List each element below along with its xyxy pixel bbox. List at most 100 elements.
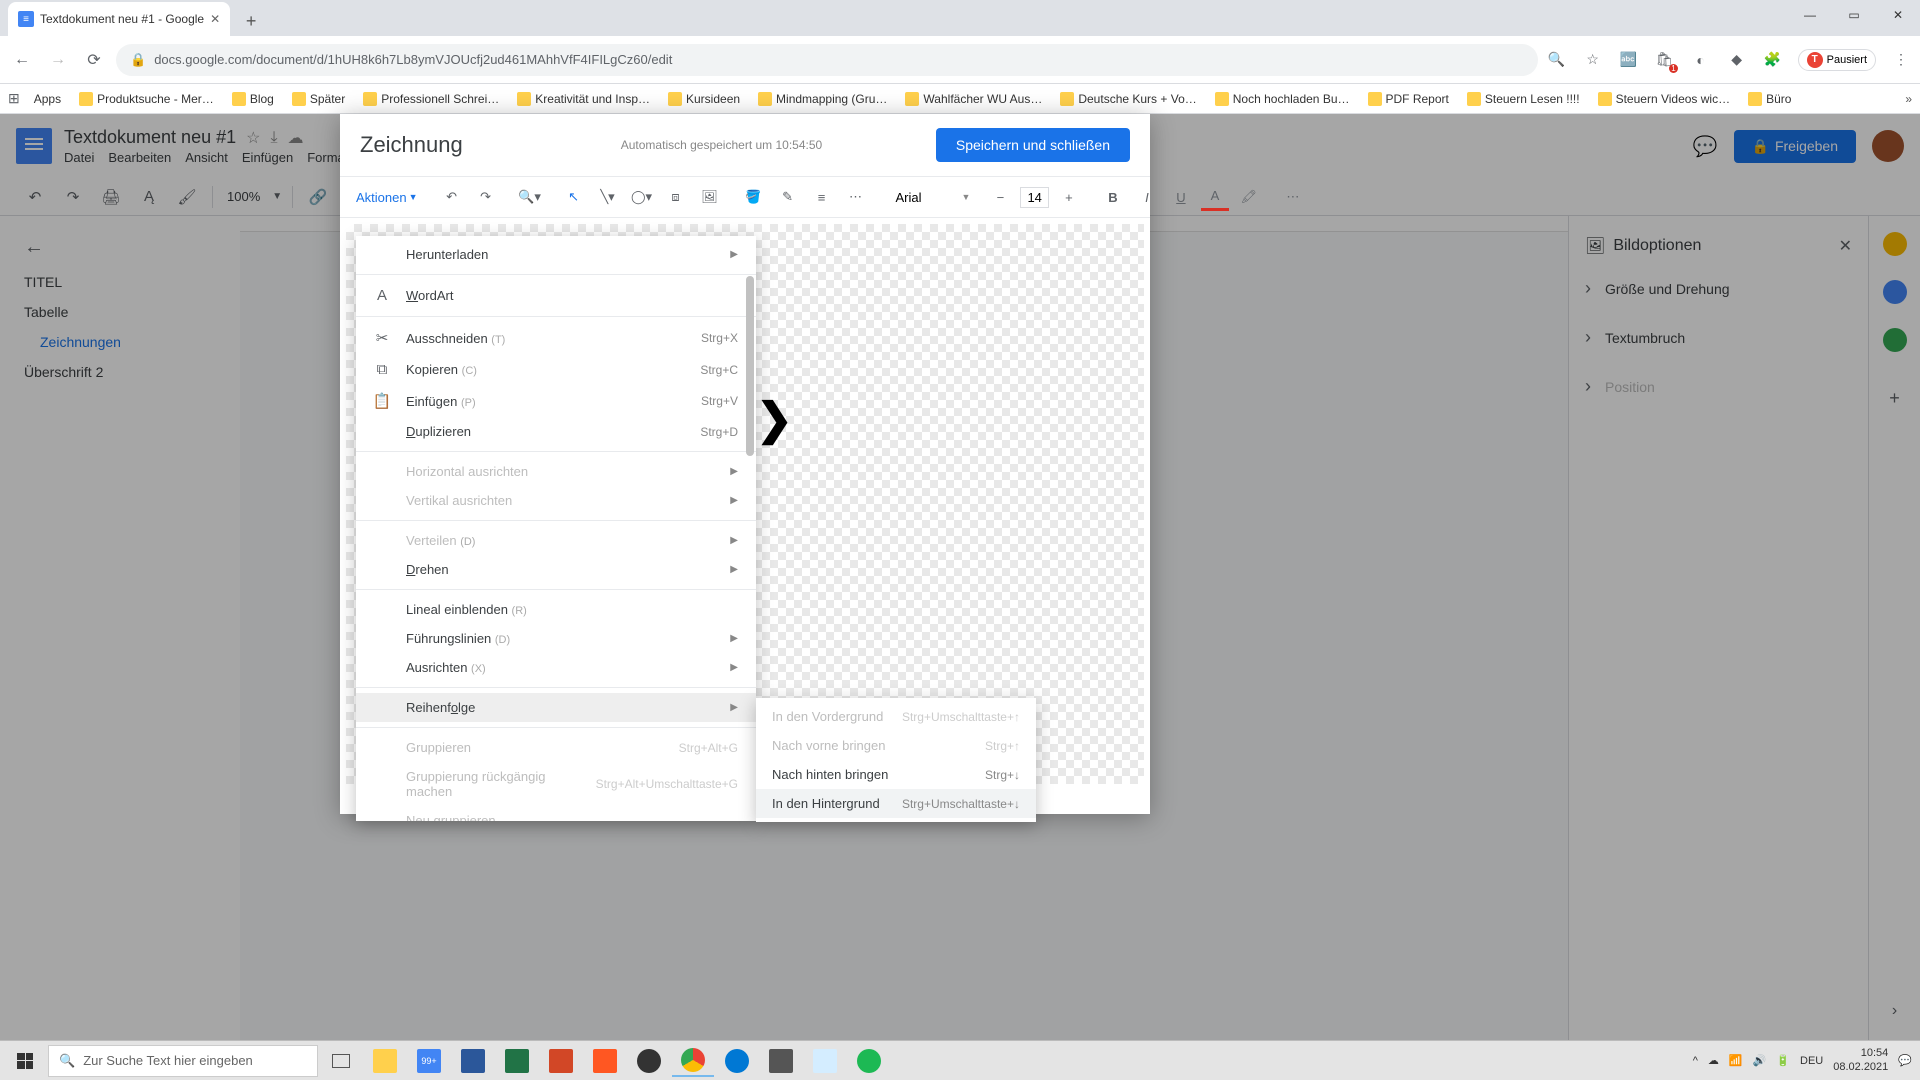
shape-tool-icon[interactable]: ◯▾ [628,183,656,211]
taskbar-notepad-icon[interactable] [804,1045,846,1077]
textbox-tool-icon[interactable]: ⧈ [662,183,690,211]
bookmark-item[interactable]: Später [288,92,349,106]
bookmark-item[interactable]: Wahlfächer WU Aus… [901,92,1046,106]
bold-icon[interactable]: B [1099,183,1127,211]
menu-item[interactable]: Lineal einblenden (R) [356,595,756,624]
windows-search-input[interactable]: 🔍 Zur Suche Text hier eingeben [48,1045,318,1077]
ext2-icon[interactable]: ◐ [1690,49,1712,71]
extensions-icon[interactable]: 🧩 [1762,49,1784,71]
bookmark-item[interactable]: Kreativität und Insp… [513,92,654,106]
tray-battery-icon[interactable]: 🔋 [1776,1054,1790,1067]
text-color-icon[interactable]: A [1201,183,1229,211]
zoom-icon[interactable]: 🔍▾ [516,183,544,211]
border-color-icon[interactable]: ✎ [774,183,802,211]
win-close-icon[interactable]: ✕ [1876,0,1920,30]
bookmark-item[interactable]: PDF Report [1364,92,1453,106]
tray-clock[interactable]: 10:54 08.02.2021 [1833,1047,1888,1073]
bookmark-item[interactable]: Büro [1744,92,1795,106]
taskbar-app-icon[interactable] [584,1045,626,1077]
menu-item[interactable]: Führungslinien (D)▶ [356,624,756,653]
bookmark-item[interactable]: Noch hochladen Bu… [1211,92,1354,106]
tray-volume-icon[interactable]: 🔊 [1753,1054,1767,1067]
bookmarks-overflow-icon[interactable]: » [1905,92,1912,106]
task-view-icon[interactable] [320,1045,362,1077]
underline-icon[interactable]: U [1167,183,1195,211]
menu-item[interactable]: Drehen▶ [356,555,756,584]
bookmark-item[interactable]: Steuern Lesen !!!! [1463,92,1584,106]
menu-item[interactable]: Herunterladen▶ [356,240,756,269]
taskbar-word-icon[interactable] [452,1045,494,1077]
menu-item[interactable]: Reihenfolge▶ [356,693,756,722]
win-minimize-icon[interactable]: — [1788,0,1832,30]
save-close-button[interactable]: Speichern und schließen [936,128,1130,162]
line-tool-icon[interactable]: ╲▾ [594,183,622,211]
font-size-input[interactable]: 14 [1020,187,1048,208]
bookmark-item[interactable]: Kursideen [664,92,744,106]
shape-chevron-right[interactable]: ❯ [756,394,793,445]
tray-notifications-icon[interactable]: 💬 [1898,1054,1912,1067]
font-size-increase-icon[interactable]: + [1055,183,1083,211]
submenu-item[interactable]: In den HintergrundStrg+Umschalttaste+↓ [756,789,1036,818]
bookmark-item[interactable]: Blog [228,92,278,106]
nav-forward-icon: → [44,46,72,74]
taskbar-excel-icon[interactable] [496,1045,538,1077]
nav-reload-icon[interactable]: ⟳ [80,46,108,74]
win-maximize-icon[interactable]: ▭ [1832,0,1876,30]
bookmark-star-icon[interactable]: ☆ [1582,49,1604,71]
italic-icon[interactable]: I [1133,183,1161,211]
taskbar-spotify-icon[interactable] [848,1045,890,1077]
chrome-menu-icon[interactable]: ⋮ [1890,49,1912,71]
taskbar-app-icon[interactable]: 99+ [408,1045,450,1077]
menu-item[interactable]: Ausrichten (X)▶ [356,653,756,682]
taskbar-chrome-icon[interactable] [672,1045,714,1077]
menu-item[interactable]: AWordArt [356,280,756,311]
font-select[interactable]: Arial [886,190,956,205]
gtranslate-icon[interactable]: 🔤 [1618,49,1640,71]
font-size-decrease-icon[interactable]: − [986,183,1014,211]
ext3-icon[interactable]: ◆ [1726,49,1748,71]
menu-item[interactable]: ⧉Kopieren (C)Strg+C [356,354,756,385]
border-weight-icon[interactable]: ≡ [808,183,836,211]
profile-paused-button[interactable]: T Pausiert [1798,49,1876,71]
new-tab-button[interactable]: + [236,6,266,36]
zoom-icon[interactable]: 🔍 [1546,49,1568,71]
menu-item[interactable]: 📋Einfügen (P)Strg+V [356,385,756,417]
highlight-icon[interactable]: 🖍 [1235,183,1263,211]
tray-wifi-icon[interactable]: 📶 [1729,1054,1743,1067]
tray-chevron-icon[interactable]: ^ [1693,1055,1698,1067]
tray-language[interactable]: DEU [1800,1055,1823,1067]
nav-back-icon[interactable]: ← [8,46,36,74]
ext-icon[interactable]: 🛍1 [1654,49,1676,71]
taskbar-app-icon[interactable] [760,1045,802,1077]
menu-item[interactable]: ✂Ausschneiden (T)Strg+X [356,322,756,354]
fill-color-icon[interactable]: 🪣 [740,183,768,211]
taskbar-powerpoint-icon[interactable] [540,1045,582,1077]
apps-icon[interactable]: ⊞ [8,90,20,107]
image-tool-icon[interactable]: 🖼 [696,183,724,211]
tray-onedrive-icon[interactable]: ☁ [1708,1054,1719,1067]
bookmark-item[interactable]: Deutsche Kurs + Vo… [1056,92,1200,106]
browser-tab[interactable]: ≡ Textdokument neu #1 - Google ✕ [8,2,230,36]
bookmark-item[interactable]: Apps [30,92,65,106]
submenu-item-label: Nach hinten bringen [772,767,971,782]
border-dash-icon[interactable]: ⋯ [842,183,870,211]
bookmark-item[interactable]: Professionell Schrei… [359,92,503,106]
bookmark-item[interactable]: Produktsuche - Mer… [75,92,218,106]
more-tools-icon[interactable]: ⋯ [1279,183,1307,211]
taskbar-app-icon[interactable] [628,1045,670,1077]
scrollbar-thumb[interactable] [746,276,754,456]
menu-item[interactable]: DuplizierenStrg+D [356,417,756,446]
taskbar-edge-icon[interactable] [716,1045,758,1077]
submenu-item[interactable]: Nach hinten bringenStrg+↓ [756,760,1036,789]
redo-icon[interactable]: ↷ [472,183,500,211]
tab-close-icon[interactable]: ✕ [210,12,220,26]
taskbar-explorer-icon[interactable] [364,1045,406,1077]
bookmark-item[interactable]: Mindmapping (Gru… [754,92,891,106]
address-bar[interactable]: 🔒 docs.google.com/document/d/1hUH8k6h7Lb… [116,44,1538,76]
select-tool-icon[interactable]: ↖ [560,183,588,211]
actions-dropdown-button[interactable]: Aktionen▼ [352,190,422,205]
bookmark-item[interactable]: Steuern Videos wic… [1594,92,1735,106]
start-button[interactable] [4,1045,46,1077]
undo-icon[interactable]: ↶ [438,183,466,211]
submenu-arrow-icon: ▶ [730,702,738,713]
